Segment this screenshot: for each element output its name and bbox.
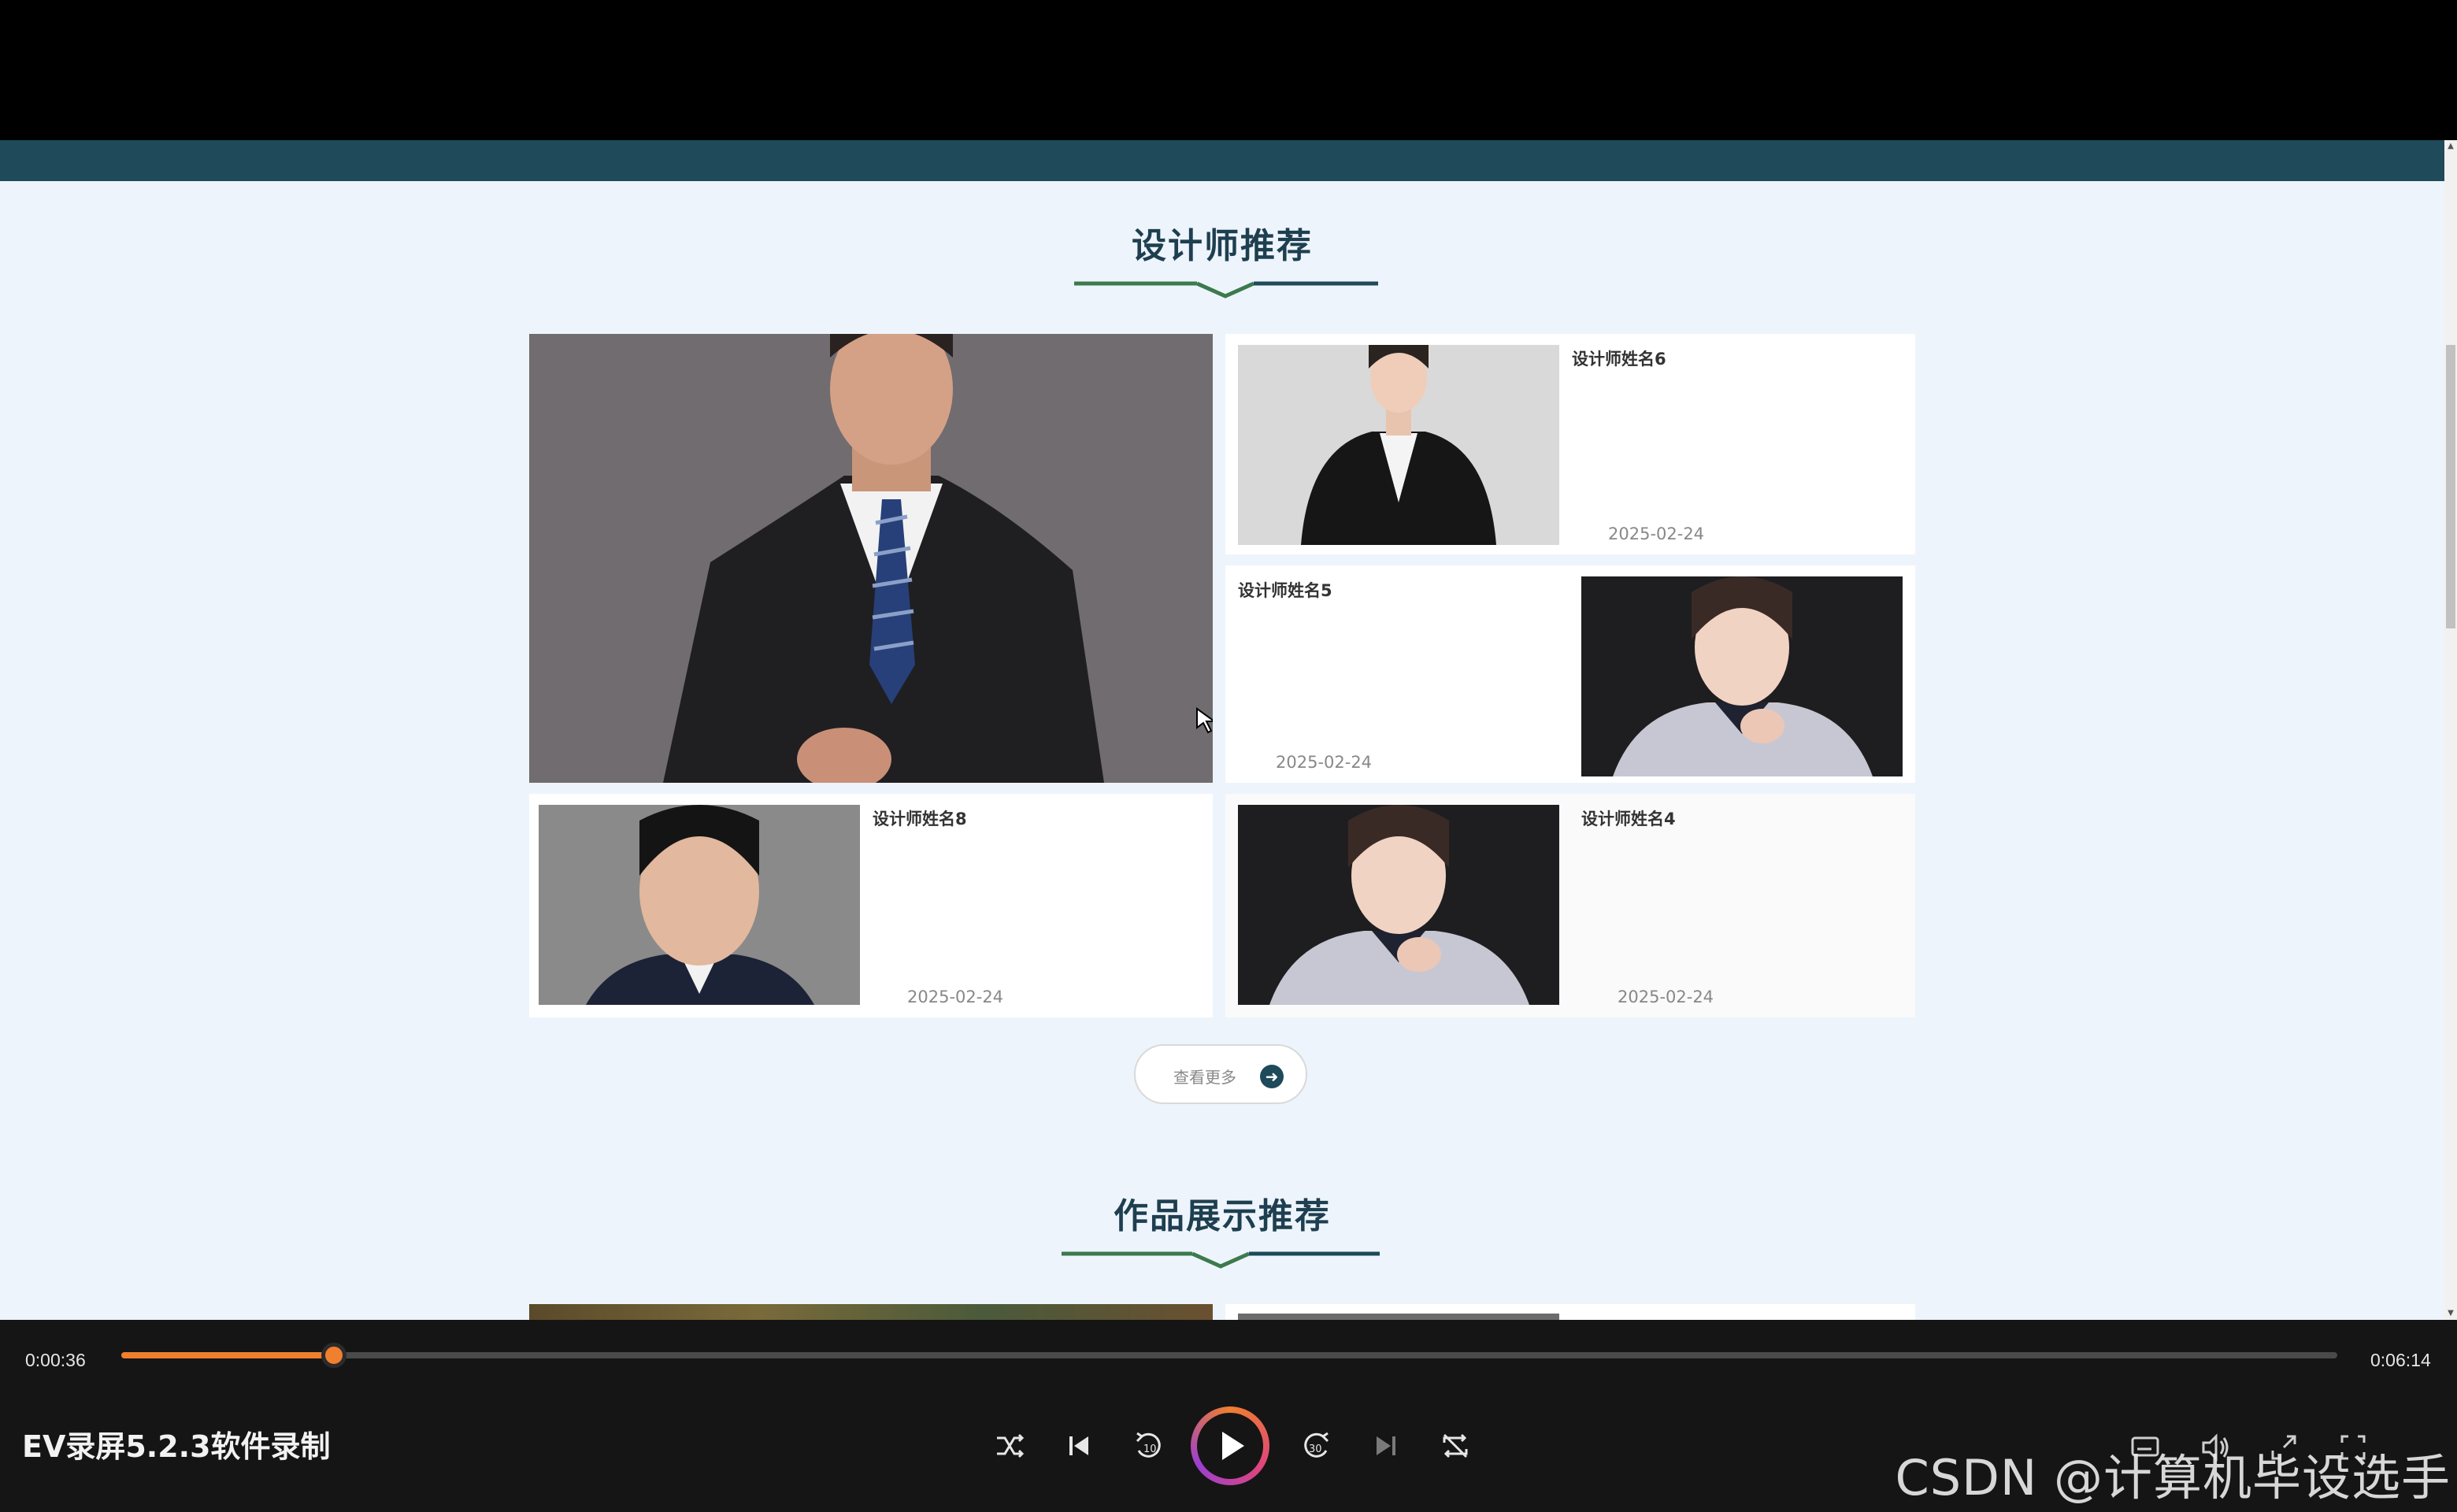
repeat-off-icon[interactable] (1433, 1424, 1477, 1468)
current-time: 0:00:36 (25, 1350, 86, 1370)
view-more-label: 查看更多 (1173, 1068, 1236, 1087)
scroll-down-icon[interactable]: ▼ (2446, 1309, 2455, 1318)
svg-text:10: 10 (1143, 1443, 1157, 1455)
scrollbar-thumb[interactable] (2446, 345, 2455, 628)
designer-photo-woman-portrait (1581, 576, 1903, 776)
play-icon (1222, 1432, 1244, 1460)
section-title-designers: 设计师推荐 (1132, 226, 1313, 266)
recording-title: EV录屏5.2.3软件录制 (22, 1429, 331, 1464)
scroll-up-icon[interactable]: ▲ (2446, 142, 2455, 151)
designer-date: 2025-02-24 (1618, 988, 1714, 1006)
total-time: 0:06:14 (2370, 1350, 2431, 1370)
designer-name: 设计师姓名5 (1238, 581, 1332, 600)
web-viewport: 设计师推荐 设计师姓名6 2025-02-24 设计师姓名5 2025-02-2… (0, 140, 2457, 1320)
designer-name: 设计师姓名4 (1581, 810, 1676, 828)
site-top-bar (0, 140, 2444, 181)
next-icon[interactable] (1364, 1424, 1408, 1468)
designer-photo-man-portrait (539, 805, 860, 1005)
play-button[interactable] (1191, 1406, 1269, 1485)
svg-text:30: 30 (1309, 1443, 1322, 1455)
designer-name: 设计师姓名8 (873, 810, 967, 828)
title-underline-decoration (1074, 281, 1378, 298)
progress-track[interactable] (121, 1343, 2337, 1368)
page-scrollbar[interactable]: ▲ ▼ (2444, 140, 2457, 1320)
progress-knob[interactable] (321, 1343, 347, 1368)
designer-date: 2025-02-24 (907, 988, 1004, 1006)
rewind-10-icon[interactable]: 10 (1126, 1424, 1170, 1468)
designer-photo-woman-portrait (1238, 805, 1559, 1005)
designer-name: 设计师姓名6 (1572, 350, 1666, 369)
section-title-works: 作品展示推荐 (1114, 1196, 1331, 1236)
designer-photo-man-suit (529, 334, 1213, 783)
shuffle-icon[interactable] (988, 1424, 1032, 1468)
screen: 设计师推荐 设计师姓名6 2025-02-24 设计师姓名5 2025-02-2… (0, 0, 2457, 1512)
designer-date: 2025-02-24 (1608, 524, 1705, 543)
forward-30-icon[interactable]: 30 (1295, 1424, 1339, 1468)
video-player-bar: 0:00:36 0:06:14 EV录屏5.2.3软件录制 10 30 CSDN… (0, 1320, 2457, 1512)
work-card-preview[interactable] (529, 1304, 1213, 1320)
work-card-preview[interactable] (1225, 1304, 1915, 1320)
designer-card[interactable]: 设计师姓名8 2025-02-24 (529, 794, 1213, 1017)
designer-date: 2025-02-24 (1276, 753, 1373, 772)
arrow-right-icon: ➜ (1260, 1065, 1284, 1088)
featured-designer-card[interactable] (529, 334, 1213, 783)
title-underline-decoration (1062, 1251, 1380, 1269)
designer-photo-woman-blazer (1238, 345, 1559, 545)
previous-icon[interactable] (1057, 1424, 1101, 1468)
view-more-button[interactable]: 查看更多 ➜ (1134, 1044, 1307, 1104)
progress-fill (121, 1352, 335, 1358)
designer-card[interactable]: 设计师姓名6 2025-02-24 (1225, 334, 1915, 554)
designer-card[interactable]: 设计师姓名4 2025-02-24 (1225, 794, 1915, 1017)
csdn-watermark: CSDN @计算机毕设选手 (1895, 1449, 2451, 1506)
designer-card[interactable]: 设计师姓名5 2025-02-24 (1225, 565, 1915, 783)
